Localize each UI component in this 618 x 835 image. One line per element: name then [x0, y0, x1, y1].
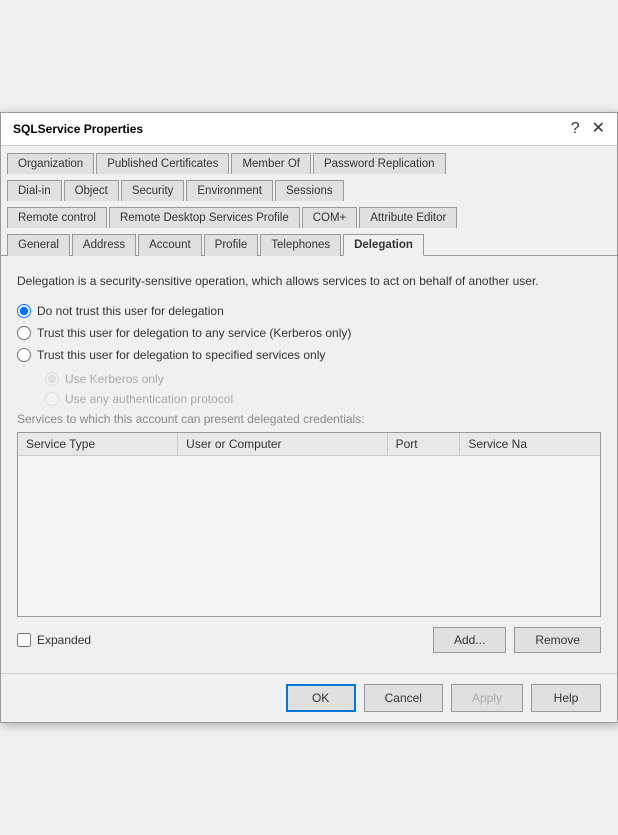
help-dialog-button[interactable]: Help — [531, 684, 601, 712]
apply-button[interactable]: Apply — [451, 684, 523, 712]
radio-trust-specified-input[interactable] — [17, 348, 31, 362]
col-service-type: Service Type — [18, 433, 178, 456]
radio-trust-specified[interactable]: Trust this user for delegation to specif… — [17, 348, 601, 362]
help-button[interactable]: ? — [571, 121, 580, 137]
radio-no-trust-input[interactable] — [17, 304, 31, 318]
action-buttons: Add... Remove — [433, 627, 601, 653]
radio-no-trust[interactable]: Do not trust this user for delegation — [17, 304, 601, 318]
tab-organization[interactable]: Organization — [7, 153, 94, 174]
sub-radio-any-auth-label: Use any authentication protocol — [65, 392, 233, 406]
title-bar-controls: ? ✕ — [571, 121, 605, 137]
bottom-buttons: OK Cancel Apply Help — [1, 673, 617, 722]
expanded-checkbox-label[interactable]: Expanded — [17, 633, 91, 647]
title-bar-left: SQLService Properties — [13, 122, 143, 136]
empty-cell — [18, 456, 600, 616]
expanded-label: Expanded — [37, 633, 91, 647]
tab-com[interactable]: COM+ — [302, 207, 358, 228]
tab-attribute-editor[interactable]: Attribute Editor — [359, 207, 457, 228]
tab-security[interactable]: Security — [121, 180, 185, 201]
tab-row-3: Remote control Remote Desktop Services P… — [1, 200, 617, 227]
tab-address[interactable]: Address — [72, 234, 136, 256]
tab-environment[interactable]: Environment — [186, 180, 273, 201]
delegation-description: Delegation is a security-sensitive opera… — [17, 272, 601, 290]
close-button[interactable]: ✕ — [592, 121, 605, 137]
tab-object[interactable]: Object — [64, 180, 119, 201]
tab-account[interactable]: Account — [138, 234, 202, 256]
tab-member-of[interactable]: Member Of — [231, 153, 311, 174]
table-empty-row — [18, 456, 600, 616]
tab-password-replication[interactable]: Password Replication — [313, 153, 446, 174]
tab-delegation[interactable]: Delegation — [343, 234, 424, 256]
radio-no-trust-label[interactable]: Do not trust this user for delegation — [37, 304, 224, 318]
radio-group: Do not trust this user for delegation Tr… — [17, 304, 601, 362]
tab-row-2: Dial-in Object Security Environment Sess… — [1, 173, 617, 200]
sub-radio-kerberos-input[interactable] — [45, 372, 59, 386]
tab-remote-control[interactable]: Remote control — [7, 207, 107, 228]
radio-trust-specified-label[interactable]: Trust this user for delegation to specif… — [37, 348, 325, 362]
radio-trust-any-label[interactable]: Trust this user for delegation to any se… — [37, 326, 351, 340]
dialog-title: SQLService Properties — [13, 122, 143, 136]
tabs-container: Organization Published Certificates Memb… — [1, 146, 617, 256]
content-area: Delegation is a security-sensitive opera… — [1, 256, 617, 673]
sub-radio-any-auth-input[interactable] — [45, 392, 59, 406]
remove-button[interactable]: Remove — [514, 627, 601, 653]
add-button[interactable]: Add... — [433, 627, 506, 653]
radio-trust-any-input[interactable] — [17, 326, 31, 340]
tab-row-4: General Address Account Profile Telephon… — [1, 227, 617, 255]
col-user-computer: User or Computer — [178, 433, 387, 456]
tab-sessions[interactable]: Sessions — [275, 180, 344, 201]
sub-radio-group: Use Kerberos only Use any authentication… — [45, 372, 601, 406]
sub-radio-kerberos-label: Use Kerberos only — [65, 372, 164, 386]
ok-button[interactable]: OK — [286, 684, 356, 712]
expanded-checkbox[interactable] — [17, 633, 31, 647]
properties-dialog: SQLService Properties ? ✕ Organization P… — [0, 112, 618, 723]
tab-general[interactable]: General — [7, 234, 70, 256]
services-table-container: Service Type User or Computer Port Servi… — [17, 432, 601, 617]
tab-dial-in[interactable]: Dial-in — [7, 180, 62, 201]
tab-published-certificates[interactable]: Published Certificates — [96, 153, 229, 174]
sub-radio-any-auth[interactable]: Use any authentication protocol — [45, 392, 601, 406]
services-table: Service Type User or Computer Port Servi… — [18, 433, 600, 616]
services-label: Services to which this account can prese… — [17, 412, 601, 426]
cancel-button[interactable]: Cancel — [364, 684, 443, 712]
tab-profile[interactable]: Profile — [204, 234, 259, 256]
bottom-controls-row: Expanded Add... Remove — [17, 627, 601, 653]
tab-row-1: Organization Published Certificates Memb… — [1, 146, 617, 173]
title-bar: SQLService Properties ? ✕ — [1, 113, 617, 146]
sub-radio-kerberos[interactable]: Use Kerberos only — [45, 372, 601, 386]
tab-telephones[interactable]: Telephones — [260, 234, 341, 256]
col-port: Port — [387, 433, 460, 456]
tab-remote-desktop[interactable]: Remote Desktop Services Profile — [109, 207, 300, 228]
radio-trust-any[interactable]: Trust this user for delegation to any se… — [17, 326, 601, 340]
col-service-name: Service Na — [460, 433, 600, 456]
